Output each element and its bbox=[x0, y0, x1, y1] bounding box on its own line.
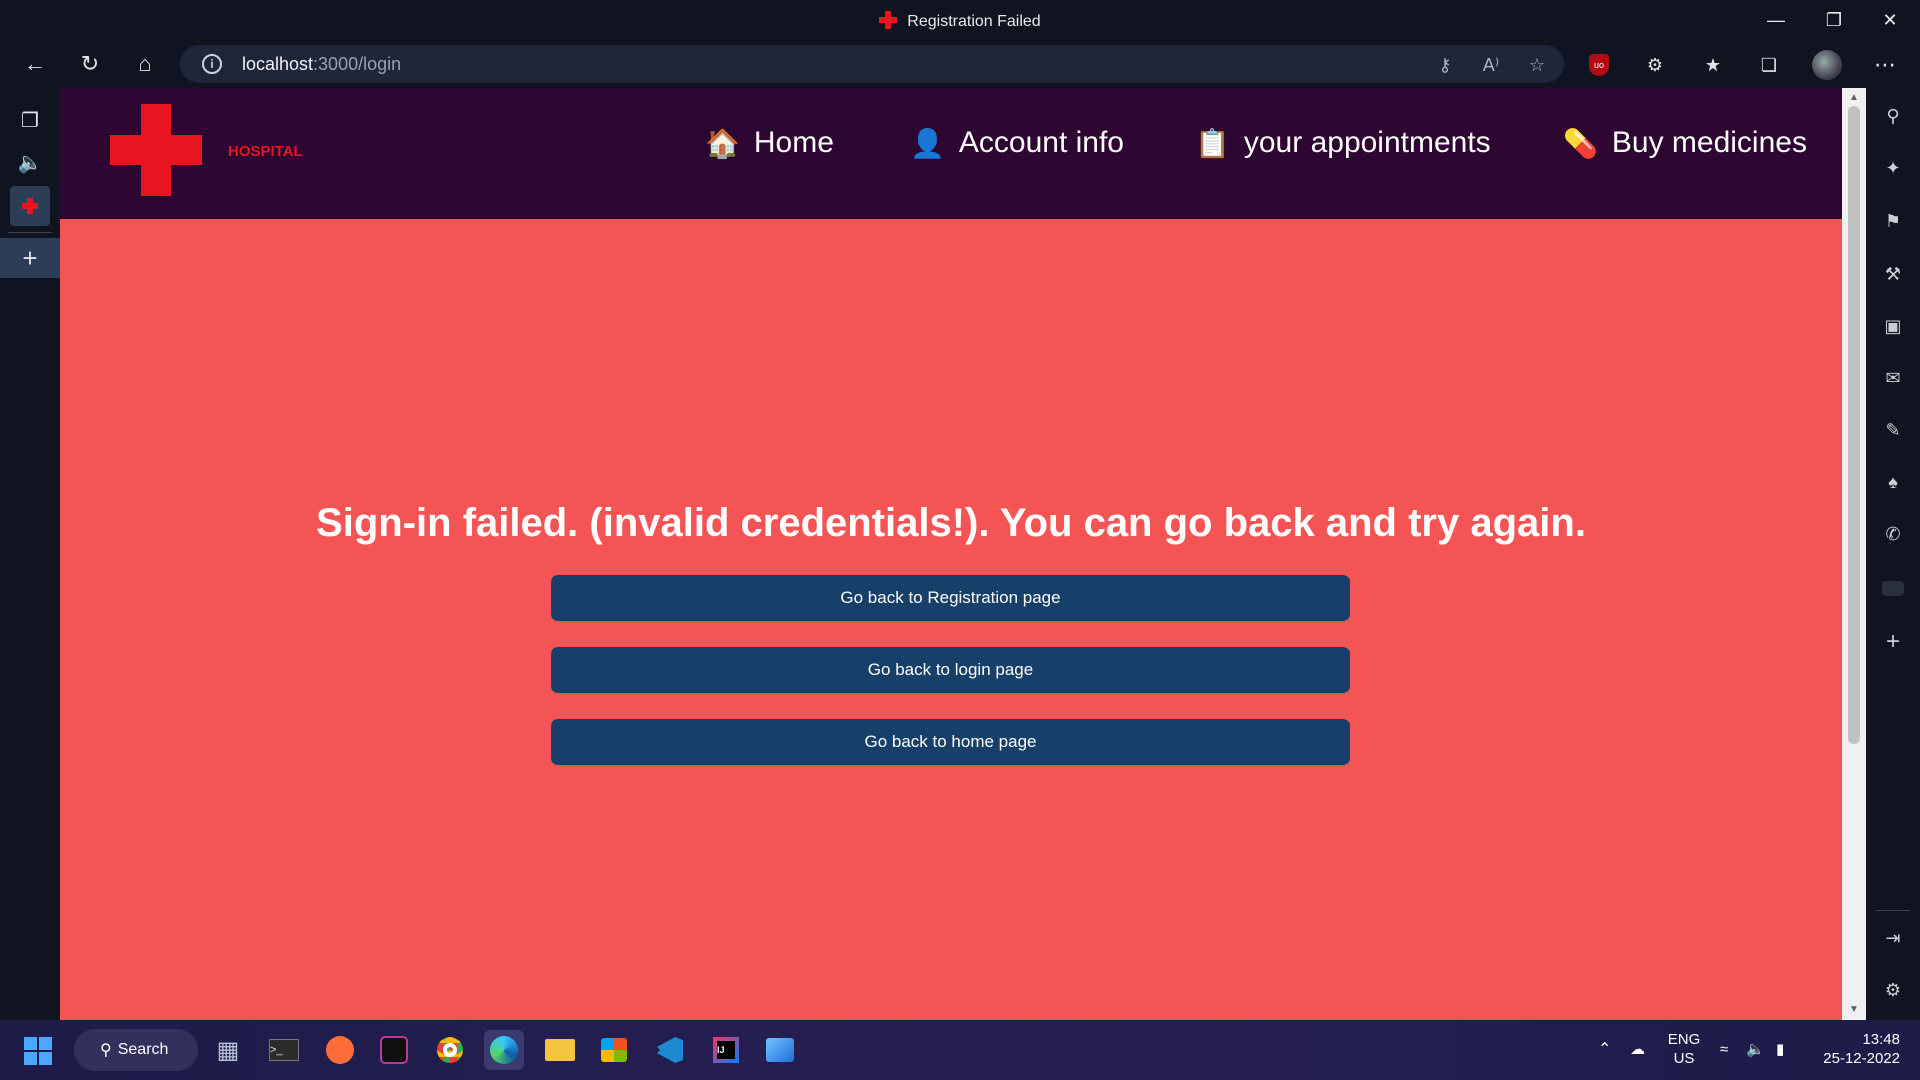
file-explorer-icon[interactable] bbox=[540, 1030, 580, 1070]
add-icon[interactable]: + bbox=[1873, 622, 1913, 662]
calculator-icon[interactable]: ▦ bbox=[208, 1030, 248, 1070]
games-icon[interactable]: ♠ bbox=[1873, 462, 1913, 502]
favorites-icon[interactable]: ★ bbox=[1696, 48, 1730, 82]
hospital-cross-logo[interactable] bbox=[110, 104, 202, 196]
wifi-icon[interactable]: ≈ bbox=[1720, 1040, 1728, 1059]
hyper-terminal-icon[interactable] bbox=[374, 1030, 414, 1070]
windows-taskbar: ⚲ Search ▦ >_ IJ ⌃ ☁ ENG US ≈ 🔈 ▮ 13:48 25-… bbox=[0, 1020, 1920, 1080]
copilot-icon[interactable]: ✦ bbox=[1873, 148, 1913, 188]
scroll-up-icon[interactable]: ▲ bbox=[1848, 92, 1860, 104]
chrome-icon[interactable] bbox=[430, 1030, 470, 1070]
collections-icon[interactable]: ❏ bbox=[1752, 48, 1786, 82]
audio-icon[interactable]: 🔈 bbox=[10, 142, 50, 182]
refresh-icon[interactable]: ↻ bbox=[70, 44, 110, 84]
language-indicator[interactable]: ENG US bbox=[1666, 1030, 1702, 1068]
nav-buy-medicines[interactable]: 💊 Buy medicines bbox=[1563, 126, 1807, 160]
minimize-icon[interactable]: — bbox=[1748, 0, 1804, 40]
divider bbox=[8, 232, 52, 233]
whatsapp-icon[interactable]: ✆ bbox=[1873, 514, 1913, 554]
edge-sidebar: ⚲ ✦ ⚑ ⚒ ▣ ✉ ✎ ♠ ✆ + ⇥ ⚙ bbox=[1866, 88, 1920, 1020]
edge-icon[interactable] bbox=[484, 1030, 524, 1070]
search-icon: ⚲ bbox=[100, 1042, 112, 1059]
show-hidden-icons[interactable]: ⌃ bbox=[1598, 1040, 1611, 1059]
scroll-down-icon[interactable]: ▼ bbox=[1848, 1004, 1860, 1016]
terminal-icon[interactable]: >_ bbox=[264, 1030, 304, 1070]
scroll-thumb[interactable] bbox=[1848, 106, 1860, 744]
drop-icon[interactable]: ✎ bbox=[1873, 410, 1913, 450]
password-key-icon[interactable]: ⚷ bbox=[1428, 48, 1462, 82]
battery-icon[interactable]: ▮ bbox=[1776, 1040, 1784, 1059]
close-icon[interactable]: ✕ bbox=[1862, 0, 1918, 40]
error-message: Sign-in failed. (invalid credentials!). … bbox=[316, 501, 1586, 545]
house-icon: 🏠 bbox=[705, 127, 740, 159]
photos-icon[interactable] bbox=[760, 1030, 800, 1070]
more-icon[interactable]: ⋯ bbox=[1868, 48, 1902, 82]
restore-icon[interactable]: ❐ bbox=[1806, 0, 1862, 40]
tools-icon[interactable]: ⚒ bbox=[1873, 254, 1913, 294]
clock[interactable]: 13:48 25-12-2022 bbox=[1818, 1030, 1900, 1068]
add-favorite-icon[interactable]: ☆ bbox=[1520, 48, 1554, 82]
title-bar: Registration Failed — ❐ ✕ bbox=[0, 0, 1920, 40]
web-page: HOSPITAL 🏠 Home 👤 Account info 📋 your appoi… bbox=[60, 88, 1842, 1020]
url-text[interactable]: localhost:3000/login bbox=[242, 54, 401, 75]
window-title: Registration Failed bbox=[0, 11, 1920, 31]
user-icon: 👤 bbox=[910, 127, 945, 159]
home-icon[interactable]: ⌂ bbox=[125, 44, 165, 84]
office-icon[interactable]: ▣ bbox=[1873, 306, 1913, 346]
brand-name[interactable]: HOSPITAL bbox=[228, 143, 303, 160]
extensions-icon[interactable]: ⚙ bbox=[1638, 48, 1672, 82]
profile-avatar[interactable] bbox=[1810, 48, 1844, 82]
address-bar[interactable]: i localhost:3000/login bbox=[180, 45, 1564, 83]
search-icon[interactable]: ⚲ bbox=[1873, 96, 1913, 136]
shopping-icon[interactable]: ⚑ bbox=[1873, 201, 1913, 241]
ublock-icon[interactable]: uo bbox=[1582, 48, 1616, 82]
tab-actions-icon[interactable]: ❐ bbox=[10, 100, 50, 140]
new-tab-icon[interactable]: + bbox=[0, 238, 60, 278]
active-tab-hospital-icon[interactable] bbox=[10, 186, 50, 226]
microsoft-store-icon[interactable] bbox=[594, 1030, 634, 1070]
registration-page-button[interactable]: Go back to Registration page bbox=[551, 575, 1350, 621]
nav-account-info[interactable]: 👤 Account info bbox=[910, 126, 1124, 160]
tab-favicon-icon bbox=[879, 11, 898, 29]
site-info-icon[interactable]: i bbox=[202, 54, 222, 74]
pill-icon: 💊 bbox=[1563, 127, 1598, 159]
volume-icon[interactable]: 🔈 bbox=[1746, 1040, 1765, 1059]
vertical-tabs-sidebar: ❐ 🔈 + bbox=[0, 88, 60, 1020]
outlook-icon[interactable]: ✉ bbox=[1873, 358, 1913, 398]
read-aloud-icon[interactable]: A⁾ bbox=[1474, 48, 1508, 82]
login-page-button[interactable]: Go back to login page bbox=[551, 647, 1350, 693]
divider bbox=[1876, 910, 1910, 911]
youtube-icon[interactable] bbox=[1873, 568, 1913, 608]
onedrive-icon[interactable]: ☁ bbox=[1630, 1040, 1645, 1059]
home-page-button[interactable]: Go back to home page bbox=[551, 719, 1350, 765]
postman-icon[interactable] bbox=[320, 1030, 360, 1070]
clipboard-icon: 📋 bbox=[1195, 127, 1230, 159]
page-scrollbar[interactable]: ▲ ▼ bbox=[1842, 88, 1866, 1020]
vscode-icon[interactable] bbox=[650, 1030, 690, 1070]
settings-icon[interactable]: ⚙ bbox=[1873, 970, 1913, 1010]
site-navbar: HOSPITAL 🏠 Home 👤 Account info 📋 your appoi… bbox=[60, 88, 1842, 219]
split-icon[interactable]: ⇥ bbox=[1873, 918, 1913, 958]
nav-home[interactable]: 🏠 Home bbox=[705, 126, 834, 160]
nav-appointments[interactable]: 📋 your appointments bbox=[1195, 126, 1491, 160]
taskbar-search[interactable]: ⚲ Search bbox=[74, 1029, 198, 1071]
intellij-icon[interactable]: IJ bbox=[706, 1030, 746, 1070]
windows-start-icon[interactable] bbox=[24, 1037, 52, 1065]
back-icon[interactable]: ← bbox=[15, 44, 55, 84]
